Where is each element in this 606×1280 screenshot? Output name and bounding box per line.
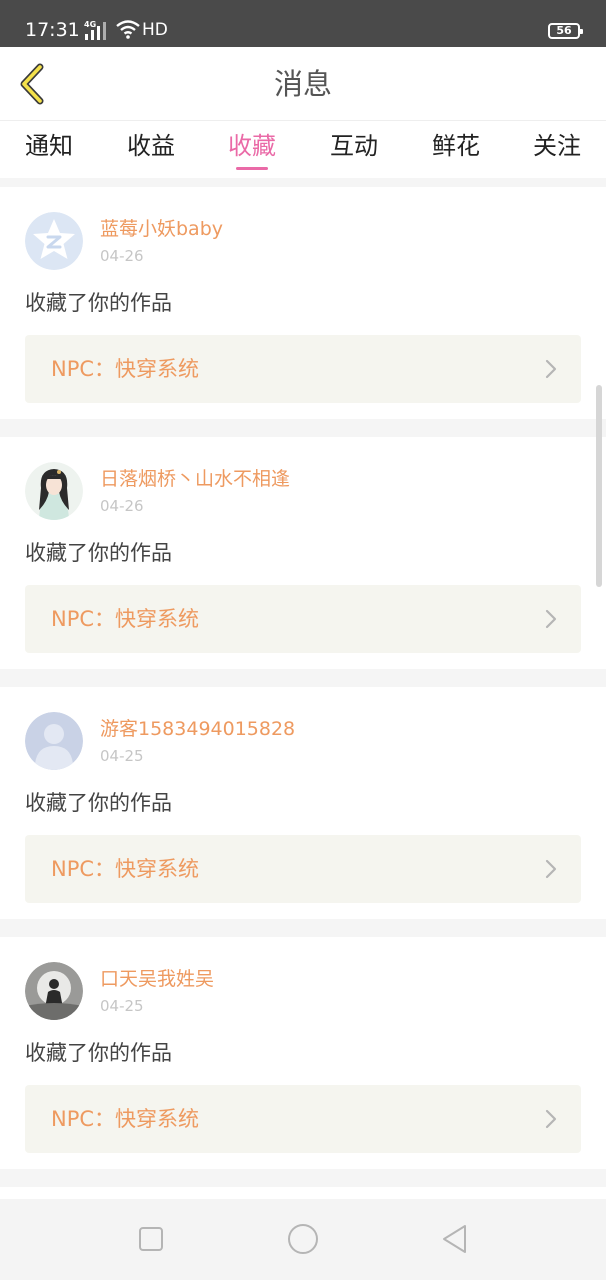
page-title: 消息 [273,67,332,101]
work-link[interactable]: NPC：快穿系统 [25,1085,581,1153]
work-title: NPC：快穿系统 [51,607,200,631]
chevron-right-icon [545,609,557,629]
battery-level: 56 [556,24,572,37]
recent-apps-icon[interactable] [134,1222,168,1256]
list-item: 日落烟桥丶山水不相逢 04-26 收藏了你的作品 NPC：快穿系统 [0,437,606,669]
message-text: 收藏了你的作品 [25,291,172,315]
illustrated-girl-avatar-icon [25,462,83,520]
tab-favorites[interactable]: 收藏 [212,131,292,161]
work-link[interactable]: NPC：快穿系统 [25,585,581,653]
photo-person-avatar-icon [25,962,83,1020]
home-icon[interactable] [286,1222,320,1256]
chevron-right-icon [545,359,557,379]
chevron-right-icon [545,859,557,879]
work-link[interactable]: NPC：快穿系统 [25,335,581,403]
active-tab-indicator [236,167,268,170]
scrollbar-thumb[interactable] [596,385,602,587]
list-item: 游客1583494015828 04-25 收藏了你的作品 NPC：快穿系统 [0,687,606,919]
system-nav-bar [0,1199,606,1280]
message-text: 收藏了你的作品 [25,541,172,565]
tab-notifications[interactable]: 通知 [9,131,89,161]
status-bar: 17:31 4G HD 56 [0,0,606,47]
username[interactable]: 口天吴我姓吴 [100,967,214,991]
work-title: NPC：快穿系统 [51,357,200,381]
list-item: 蓝莓小妖baby 04-26 收藏了你的作品 NPC：快穿系统 [0,187,606,419]
tab-earnings[interactable]: 收益 [111,131,191,161]
battery-icon: 56 [548,23,583,39]
hd-indicator: HD [142,20,168,40]
avatar[interactable] [25,212,83,270]
username[interactable]: 蓝莓小妖baby [100,217,223,241]
header: 消息 [0,47,606,120]
back-triangle-icon[interactable] [438,1222,472,1256]
list-item: 口天吴我姓吴 04-25 收藏了你的作品 NPC：快穿系统 [0,937,606,1169]
username[interactable]: 日落烟桥丶山水不相逢 [100,467,290,491]
work-link[interactable]: NPC：快穿系统 [25,835,581,903]
message-text: 收藏了你的作品 [25,791,172,815]
chevron-right-icon [545,1109,557,1129]
q-logo-avatar-icon [25,212,83,270]
avatar[interactable] [25,962,83,1020]
tab-flowers[interactable]: 鲜花 [416,131,496,161]
tab-follows[interactable]: 关注 [517,131,597,161]
network-type: 4G [84,20,97,29]
message-date: 04-25 [100,747,144,765]
wifi-icon [116,20,140,39]
work-title: NPC：快穿系统 [51,857,200,881]
message-date: 04-26 [100,497,144,515]
message-date: 04-25 [100,997,144,1015]
default-user-avatar-icon [25,712,83,770]
tab-interactions[interactable]: 互动 [314,131,394,161]
tab-bar: 通知 收益 收藏 互动 鲜花 关注 [0,120,606,178]
avatar[interactable] [25,712,83,770]
list-item-partial [0,1187,606,1199]
avatar[interactable] [25,462,83,520]
message-date: 04-26 [100,247,144,265]
status-time: 17:31 [25,19,80,41]
username[interactable]: 游客1583494015828 [100,717,295,741]
message-text: 收藏了你的作品 [25,1041,172,1065]
work-title: NPC：快穿系统 [51,1107,200,1131]
cellular-signal-icon: 4G [84,20,110,40]
